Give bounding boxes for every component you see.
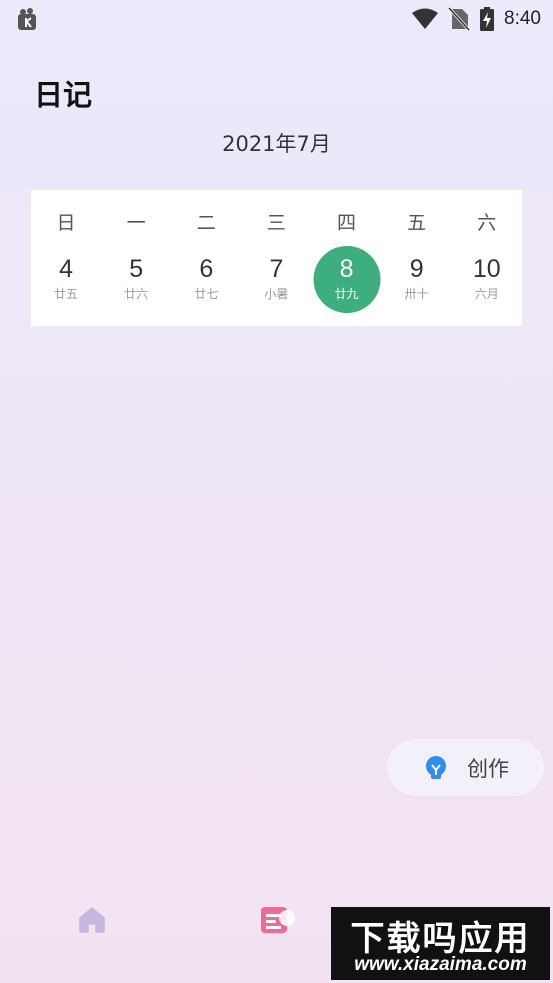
status-bar: 8:40: [0, 0, 553, 38]
day-lunar: 廿六: [124, 287, 149, 301]
calendar-day[interactable]: 4 廿五: [31, 246, 101, 312]
day-lunar: 廿五: [54, 287, 79, 301]
watermark: 下载吗应用 www.xiazaima.com: [331, 907, 550, 980]
week-calendar: 日 一 二 三 四 五 六 4 廿五 5 廿六 6 廿七 7 小暑 8 廿九 9: [31, 190, 522, 326]
day-lunar: 廿七: [194, 287, 219, 301]
wifi-icon: [412, 8, 439, 29]
day-lunar: 卅十: [404, 287, 429, 301]
calendar-day[interactable]: 6 廿七: [171, 246, 241, 312]
lightbulb-icon: [426, 755, 446, 779]
calendar-day[interactable]: 9 卅十: [382, 246, 452, 312]
weekday-label: 一: [126, 212, 146, 234]
day-number: 6: [199, 255, 214, 283]
weekday-label: 六: [477, 212, 497, 234]
days-row: 4 廿五 5 廿六 6 廿七 7 小暑 8 廿九 9 卅十 10 六月: [31, 246, 522, 313]
watermark-url: www.xiazaima.com: [354, 954, 527, 975]
month-label[interactable]: 2021年7月: [0, 128, 553, 158]
page-title: 日记: [34, 78, 93, 112]
day-lunar: 廿九: [334, 287, 359, 301]
weekday-label: 四: [337, 212, 357, 234]
weekday-label: 五: [407, 212, 427, 234]
day-number: 5: [129, 255, 144, 283]
home-icon[interactable]: [77, 905, 107, 935]
weekday-label: 二: [196, 212, 216, 234]
calendar-day-selected[interactable]: 8 廿九: [312, 246, 382, 313]
day-number: 9: [409, 255, 424, 283]
app-notification-icon: [18, 8, 36, 30]
day-number: 7: [269, 255, 284, 283]
calendar-day[interactable]: 5 廿六: [101, 246, 171, 312]
battery-charging-icon: [480, 7, 495, 31]
calendar-day[interactable]: 7 小暑: [241, 246, 311, 312]
status-time: 8:40: [504, 8, 541, 29]
day-lunar: 小暑: [264, 287, 289, 301]
weekday-row: 日 一 二 三 四 五 六: [31, 208, 522, 235]
calendar-day[interactable]: 10 六月: [452, 246, 522, 312]
create-button[interactable]: 创作: [387, 739, 544, 796]
day-lunar: 六月: [474, 287, 499, 301]
day-number: 4: [59, 255, 74, 283]
no-sim-icon: [448, 7, 471, 31]
day-number: 8: [339, 255, 354, 283]
diary-icon[interactable]: [258, 904, 298, 936]
weekday-label: 日: [56, 212, 76, 234]
day-number: 10: [472, 255, 501, 283]
create-label: 创作: [467, 756, 509, 781]
weekday-label: 三: [266, 212, 286, 234]
watermark-title: 下载吗应用: [350, 919, 531, 959]
